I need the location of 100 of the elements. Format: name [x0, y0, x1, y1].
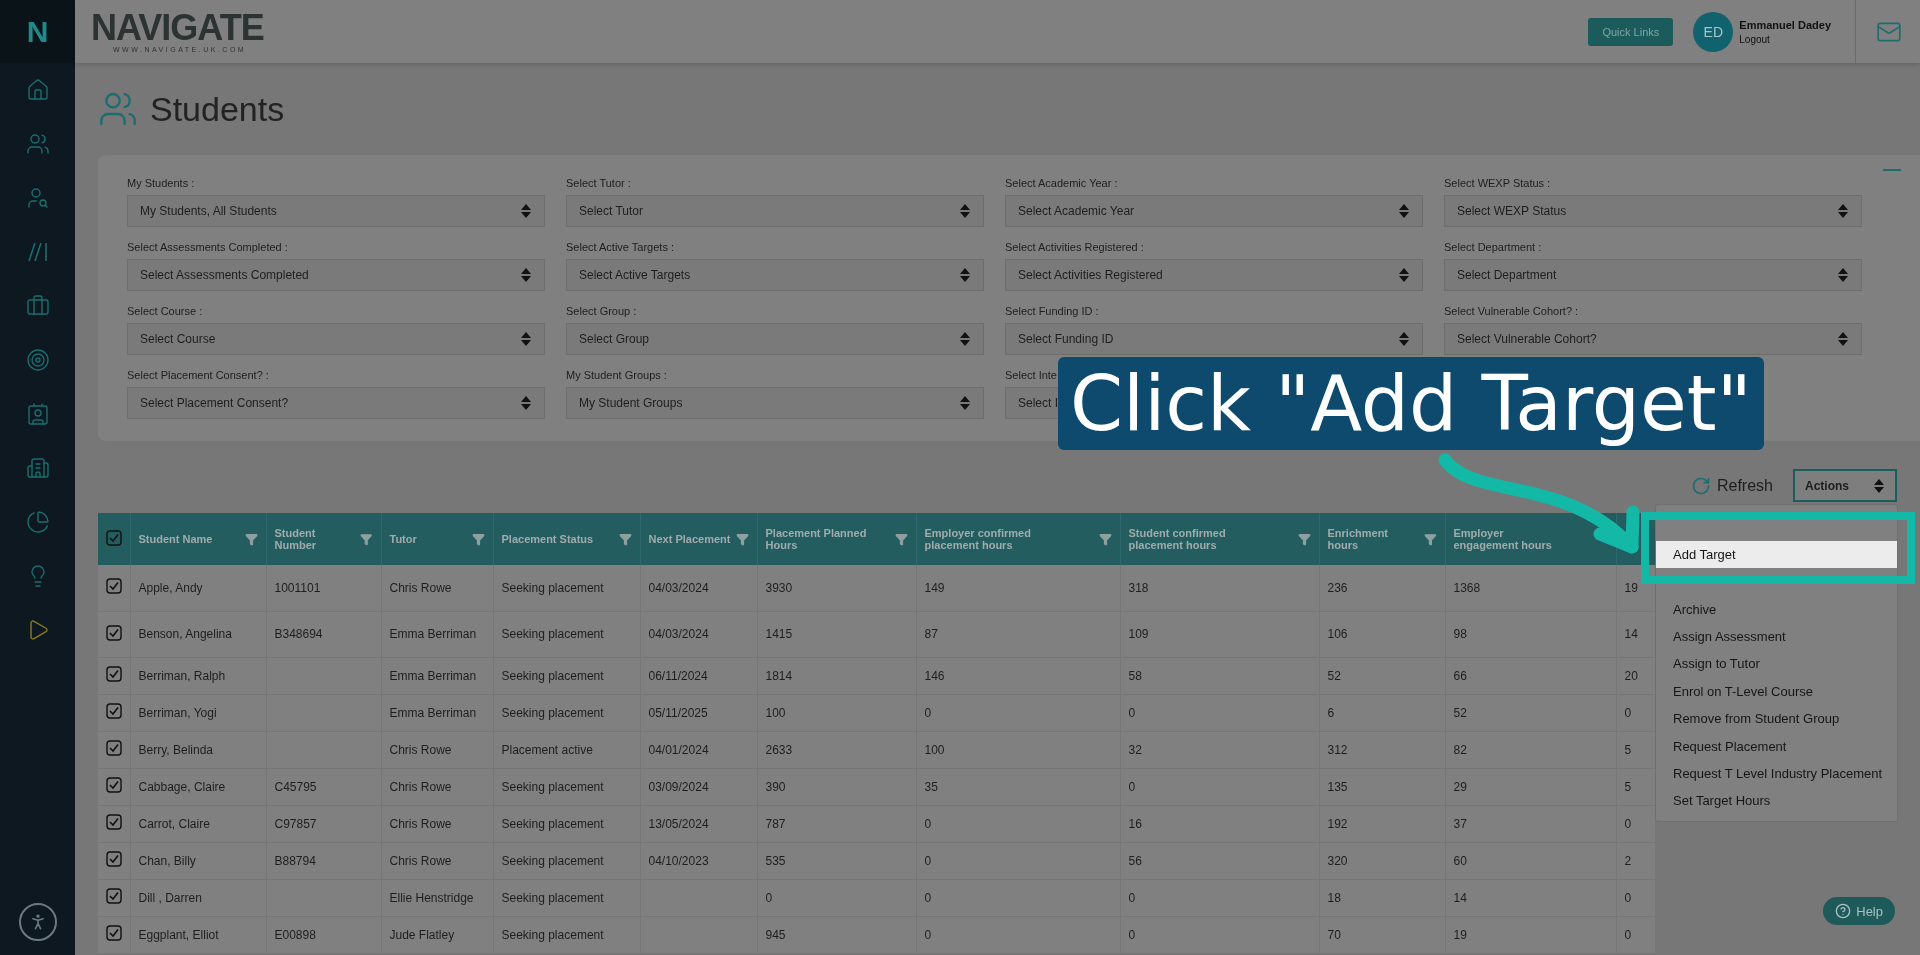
filter-icon[interactable]: [1423, 532, 1437, 546]
refresh-button[interactable]: Refresh: [1684, 474, 1779, 497]
table-cell: Emma Berriman: [381, 657, 493, 694]
filter-icon[interactable]: [1098, 532, 1112, 546]
table-cell: 87: [916, 611, 1120, 657]
table-cell: C97857: [266, 805, 381, 842]
table-cell: 29: [1445, 768, 1616, 805]
checkbox[interactable]: [106, 703, 122, 719]
filter-label: Select Department :: [1444, 241, 1543, 253]
column-header[interactable]: Placement Status: [493, 513, 640, 565]
column-header[interactable]: Student Name: [130, 513, 266, 565]
menu-item[interactable]: Archive: [1656, 595, 1897, 623]
column-header[interactable]: Employer confirmed placement hours: [916, 513, 1120, 565]
table-cell: 70: [1319, 916, 1445, 953]
column-header[interactable]: Next Placement: [640, 513, 757, 565]
quick-links-button[interactable]: Quick Links: [1588, 17, 1674, 46]
sort-arrows-icon: [520, 203, 532, 219]
table-cell: Berriman, Ralph: [130, 657, 266, 694]
table-cell: 2633: [757, 731, 916, 768]
filter-label: Select Placement Consent? :: [127, 369, 270, 381]
table-cell: 0: [1120, 694, 1319, 731]
filter-select[interactable]: Select Group: [566, 323, 984, 355]
filter-select[interactable]: Select Course: [127, 323, 545, 355]
column-header[interactable]: Student confirmed placement hours: [1120, 513, 1319, 565]
filter-select[interactable]: Select Activities Registered: [1005, 259, 1423, 291]
table-cell: 13/05/2024: [640, 805, 757, 842]
table-cell: Chan, Billy: [130, 842, 266, 879]
filter-icon[interactable]: [894, 532, 908, 546]
checkbox[interactable]: [106, 624, 122, 641]
menu-item[interactable]: Request T Level Industry Placement: [1656, 759, 1897, 788]
column-header[interactable]: Employer engagement hours: [1445, 513, 1616, 565]
pie-chart-icon[interactable]: [25, 510, 50, 534]
table-cell: Chris Rowe: [381, 805, 493, 842]
table-cell: 0: [916, 805, 1120, 842]
menu-item[interactable]: Enrol on T-Level Course: [1656, 677, 1897, 705]
filter-select[interactable]: Select WEXP Status: [1444, 195, 1862, 227]
checkbox[interactable]: [106, 777, 122, 793]
checkbox[interactable]: [106, 888, 122, 904]
filter-icon[interactable]: [1297, 532, 1311, 546]
callout-tooltip: Click "Add Target": [1058, 357, 1764, 451]
table-cell: 192: [1319, 805, 1445, 842]
filter-select[interactable]: Select Vulnerable Cohort?: [1444, 323, 1862, 355]
checkbox[interactable]: [106, 851, 122, 867]
filter-select[interactable]: My Student Groups: [566, 387, 984, 419]
accessibility-icon[interactable]: [18, 903, 57, 941]
users-icon[interactable]: [25, 132, 50, 156]
column-header[interactable]: Student Number: [266, 513, 381, 565]
filter-icon[interactable]: [471, 532, 485, 546]
filter-icon[interactable]: [618, 532, 632, 546]
menu-item[interactable]: Request Placement: [1656, 732, 1897, 760]
table-cell: Carrot, Claire: [130, 805, 266, 842]
slashes-icon[interactable]: [25, 240, 50, 264]
filter-select[interactable]: Select Assessments Completed: [127, 259, 545, 291]
checkbox[interactable]: [106, 925, 122, 941]
table-cell: 100: [757, 694, 916, 731]
building-icon[interactable]: [25, 456, 50, 480]
table-cell: 16: [1120, 805, 1319, 842]
filter-icon[interactable]: [360, 532, 373, 546]
column-header[interactable]: Tutor: [381, 513, 493, 565]
filter-select[interactable]: My Students, All Students: [127, 195, 545, 227]
filter-icon[interactable]: [735, 532, 749, 546]
logout-link[interactable]: Logout: [1739, 33, 1831, 45]
menu-item[interactable]: Add Target: [1656, 541, 1897, 569]
table-cell: Seeking placement: [493, 916, 640, 953]
menu-item[interactable]: Set Target Hours: [1656, 787, 1897, 815]
table-cell: 236: [1319, 565, 1445, 611]
table-cell: 0: [916, 879, 1120, 916]
checkbox[interactable]: [106, 578, 122, 595]
filter-select[interactable]: Select Academic Year: [1005, 195, 1423, 227]
app-logo[interactable]: N: [0, 0, 75, 63]
filter-label: Select WEXP Status :: [1444, 177, 1552, 189]
table-cell: C45795: [266, 768, 381, 805]
filter-select[interactable]: Select Department: [1444, 259, 1862, 291]
column-header[interactable]: Enrichment hours: [1319, 513, 1445, 565]
column-header[interactable]: Placement Planned Hours: [757, 513, 916, 565]
menu-item[interactable]: Assign Assessment: [1656, 622, 1897, 651]
home-icon[interactable]: [25, 78, 50, 102]
checkbox[interactable]: [106, 530, 122, 546]
user-search-icon[interactable]: [25, 186, 50, 210]
filter-select[interactable]: Select Placement Consent?: [127, 387, 545, 419]
filter-select[interactable]: Select Active Targets: [566, 259, 984, 291]
table-cell: 37: [1445, 805, 1616, 842]
menu-item[interactable]: Assign to Tutor: [1656, 650, 1897, 678]
filter-select[interactable]: Select Tutor: [566, 195, 984, 227]
avatar[interactable]: ED: [1693, 11, 1734, 52]
actions-select[interactable]: Actions: [1793, 469, 1897, 502]
filter-select[interactable]: Select Funding ID: [1005, 323, 1423, 355]
checkbox[interactable]: [106, 666, 122, 682]
menu-item[interactable]: Remove from Student Group: [1656, 704, 1897, 733]
filter-icon[interactable]: [244, 532, 258, 546]
filter-label: Select Course :: [127, 305, 204, 317]
target-icon[interactable]: [25, 348, 50, 372]
contact-card-icon[interactable]: [25, 402, 50, 426]
checkbox[interactable]: [106, 814, 122, 830]
filter-label: Select Vulnerable Cohort? :: [1444, 305, 1580, 317]
help-button[interactable]: Help: [1823, 897, 1895, 925]
briefcase-icon[interactable]: [25, 294, 50, 318]
sort-arrows-icon: [1837, 331, 1849, 347]
checkbox[interactable]: [106, 740, 122, 756]
sort-arrows-icon: [1837, 203, 1849, 219]
